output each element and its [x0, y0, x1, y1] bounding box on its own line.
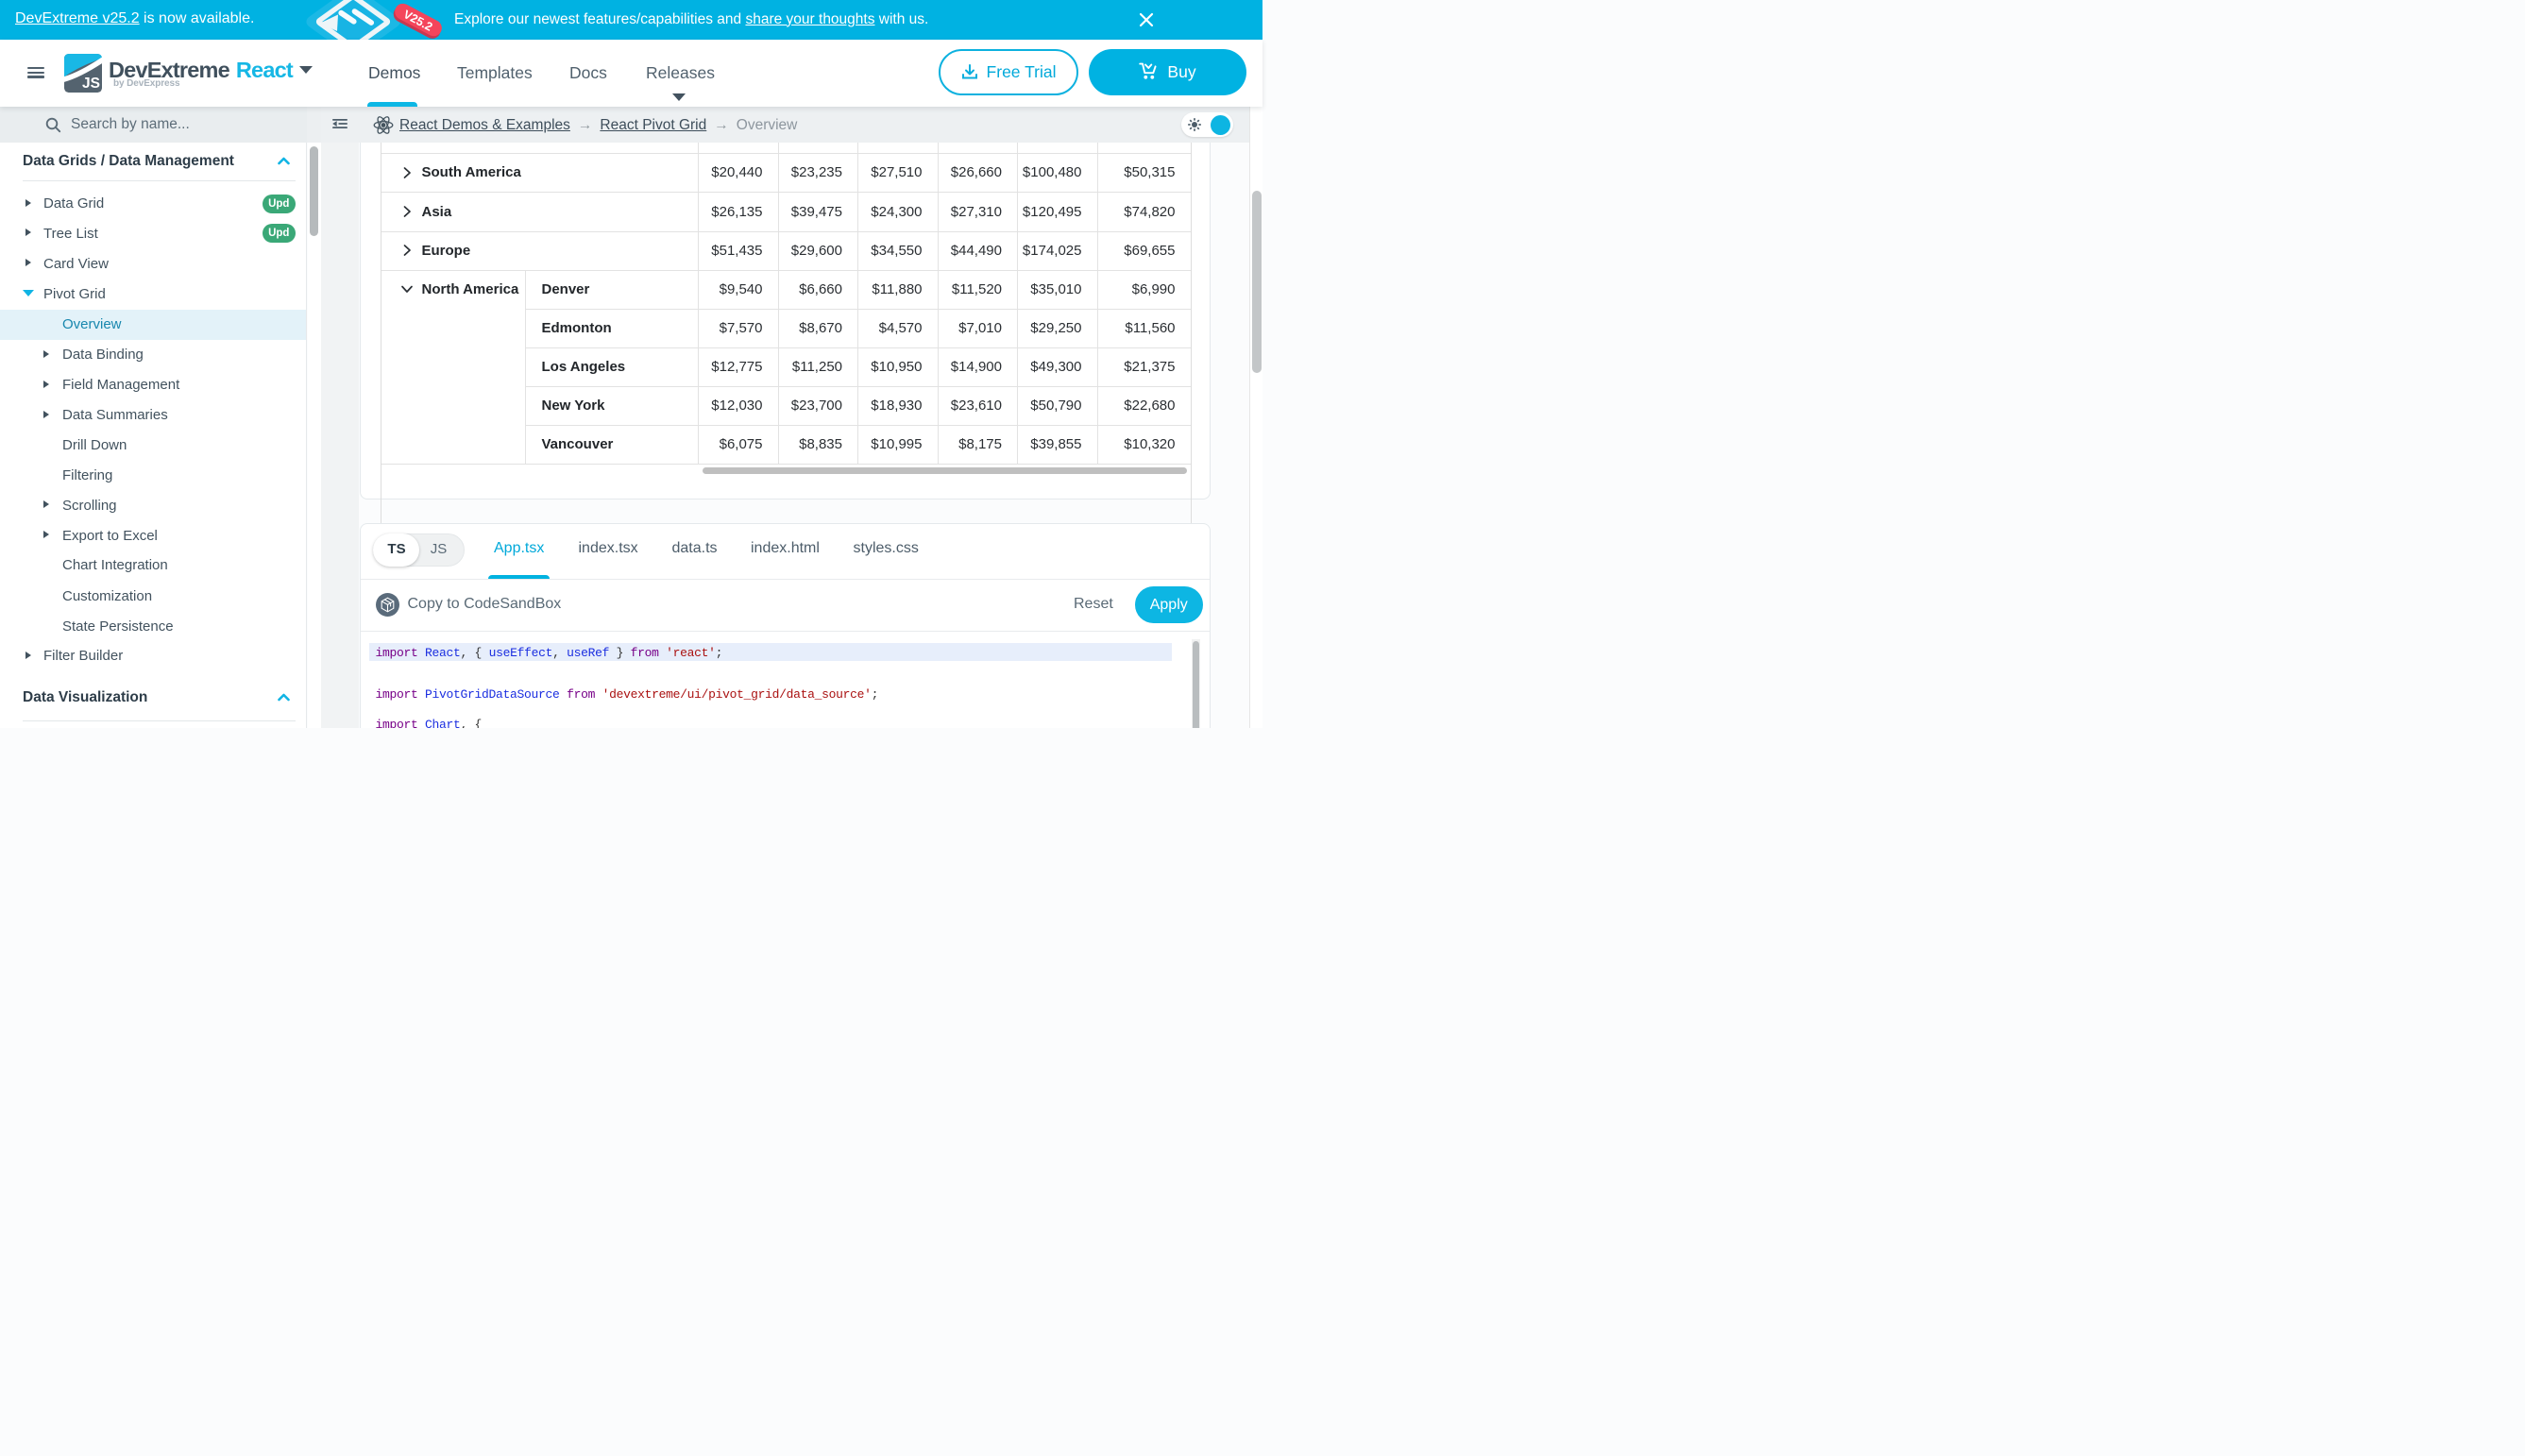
- svg-text:JS: JS: [82, 76, 100, 92]
